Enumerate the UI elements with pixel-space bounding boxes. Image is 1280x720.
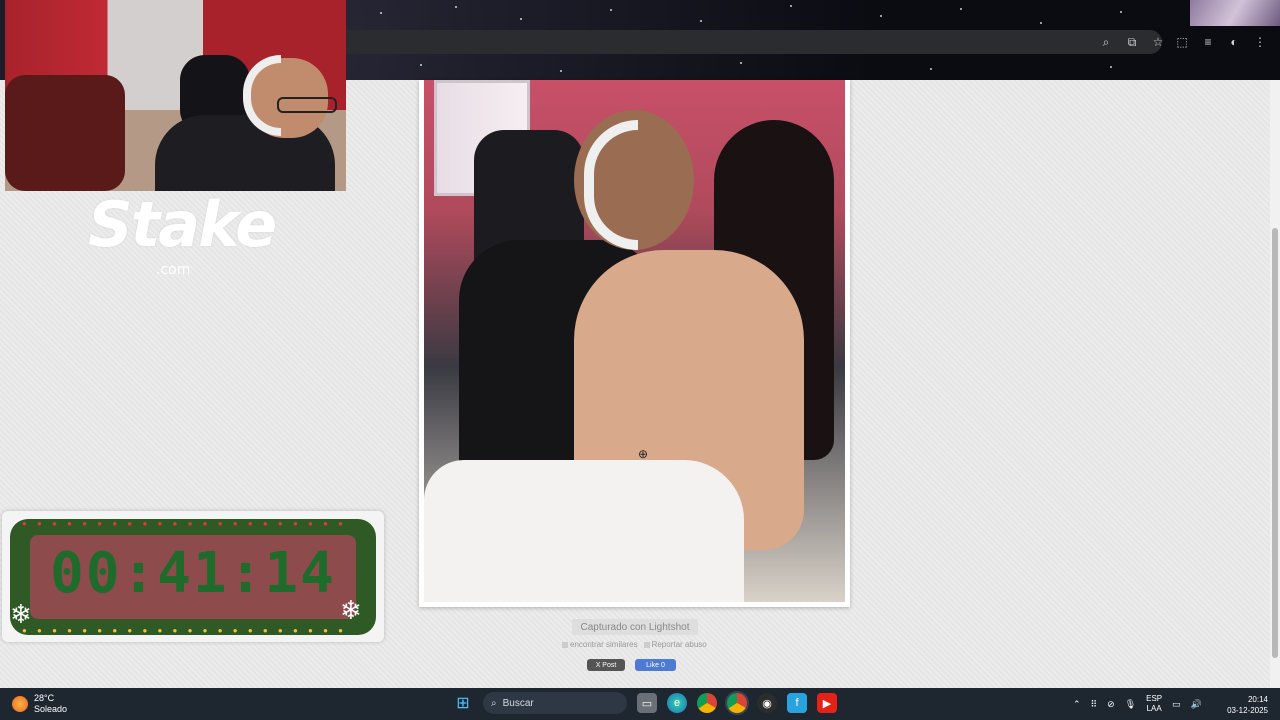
chevron-up-icon[interactable]: ⌃ [1073, 699, 1081, 710]
find-similar-icon [562, 641, 568, 648]
clock-time: 20:14 [1247, 695, 1268, 704]
webcam-sofa [5, 75, 125, 191]
clock-date: 03-12-2025 [1227, 706, 1268, 715]
screenshot-image[interactable] [424, 80, 845, 602]
keyboard-layout: LAA [1146, 704, 1162, 713]
facebook-like-button[interactable]: Like 0 [635, 659, 676, 671]
edge-icon[interactable]: e [667, 693, 687, 713]
extensions-icon[interactable]: ⬚ [1174, 34, 1190, 50]
language-indicator[interactable]: ESP LAA [1146, 694, 1162, 714]
profile-icon[interactable]: ◐ [1226, 34, 1242, 50]
photo-white-pants [424, 460, 744, 602]
lights-top: ● ● ● ● ● ● ● ● ● ● ● ● ● ● ● ● ● ● ● ● … [22, 519, 347, 528]
tab-thumbnail[interactable] [1190, 0, 1280, 26]
x-post-button[interactable]: X Post [587, 659, 625, 671]
task-view-icon[interactable]: ▭ [637, 693, 657, 713]
chrome-icon[interactable] [697, 693, 717, 713]
image-links: encontrar similares Reportar abuso [562, 640, 707, 649]
search-placeholder: Buscar [502, 697, 534, 709]
find-similar-label: encontrar similares [570, 640, 638, 649]
scrollbar-thumb[interactable] [1272, 228, 1278, 658]
address-bar[interactable] [346, 30, 1162, 54]
find-similar-link[interactable]: encontrar similares [562, 640, 638, 649]
captured-with-lightshot[interactable]: Capturado con Lightshot [572, 619, 698, 635]
taskbar-clock[interactable]: 20:14 03-12-2025 [1226, 694, 1268, 716]
chrome-active-icon[interactable] [727, 693, 747, 713]
files-icon[interactable]: f [787, 693, 807, 713]
taskbar-search[interactable]: ⌕ Buscar [483, 692, 627, 714]
report-abuse-link[interactable]: Reportar abuso [643, 640, 707, 649]
taskbar-apps: ⊞ ⌕ Buscar ▭ e ◉ f ▶ [453, 692, 837, 714]
countdown-timer: 00:41:14 [50, 541, 336, 606]
report-icon [643, 641, 650, 648]
language-code: ESP [1146, 694, 1163, 703]
windows-start-icon[interactable]: ⊞ [453, 693, 473, 713]
apps-grid-icon[interactable]: ⠿ [1091, 699, 1098, 710]
menu-icon[interactable]: ⋮ [1252, 34, 1268, 50]
stake-logo-suffix: .com [156, 262, 191, 278]
display-icon[interactable]: ▭ [1172, 699, 1181, 710]
vertical-scrollbar[interactable] [1270, 80, 1280, 688]
webcam-overlay [5, 0, 346, 191]
youtube-icon[interactable]: ▶ [817, 693, 837, 713]
lightshot-image-frame [419, 80, 850, 607]
weather-temperature: 28°C [34, 693, 55, 703]
webcam-glasses [277, 97, 337, 113]
weather-widget[interactable]: 28°C Soleado [12, 693, 67, 715]
sun-icon [12, 696, 28, 712]
weather-description: Soleado [34, 704, 68, 714]
system-tray: ⌃ ⠿ ⊘ 🎙 ESP LAA ▭ 🔊 [1073, 694, 1202, 714]
zoom-icon[interactable]: ⌕ [1098, 34, 1114, 50]
browser-toolbar-icons: ⬚ ≡ ◐ ⋮ [1174, 34, 1268, 50]
report-abuse-label: Reportar abuso [651, 640, 707, 649]
microphone-icon[interactable]: 🎙 [1125, 699, 1136, 710]
star-icon[interactable]: ☆ [1150, 34, 1166, 50]
network-off-icon[interactable]: ⊘ [1107, 699, 1115, 710]
address-bar-icons: ⌕ ⧉ ☆ [1098, 34, 1166, 50]
volume-icon[interactable]: 🔊 [1191, 699, 1202, 710]
stake-logo: Stake [88, 188, 277, 261]
install-icon[interactable]: ⧉ [1124, 34, 1140, 50]
zoom-cursor-icon: ⊕ [638, 447, 649, 461]
media-icon[interactable]: ≡ [1200, 34, 1216, 50]
lights-bottom: ● ● ● ● ● ● ● ● ● ● ● ● ● ● ● ● ● ● ● ● … [22, 626, 347, 635]
search-icon: ⌕ [491, 697, 497, 709]
obs-icon[interactable]: ◉ [757, 693, 777, 713]
